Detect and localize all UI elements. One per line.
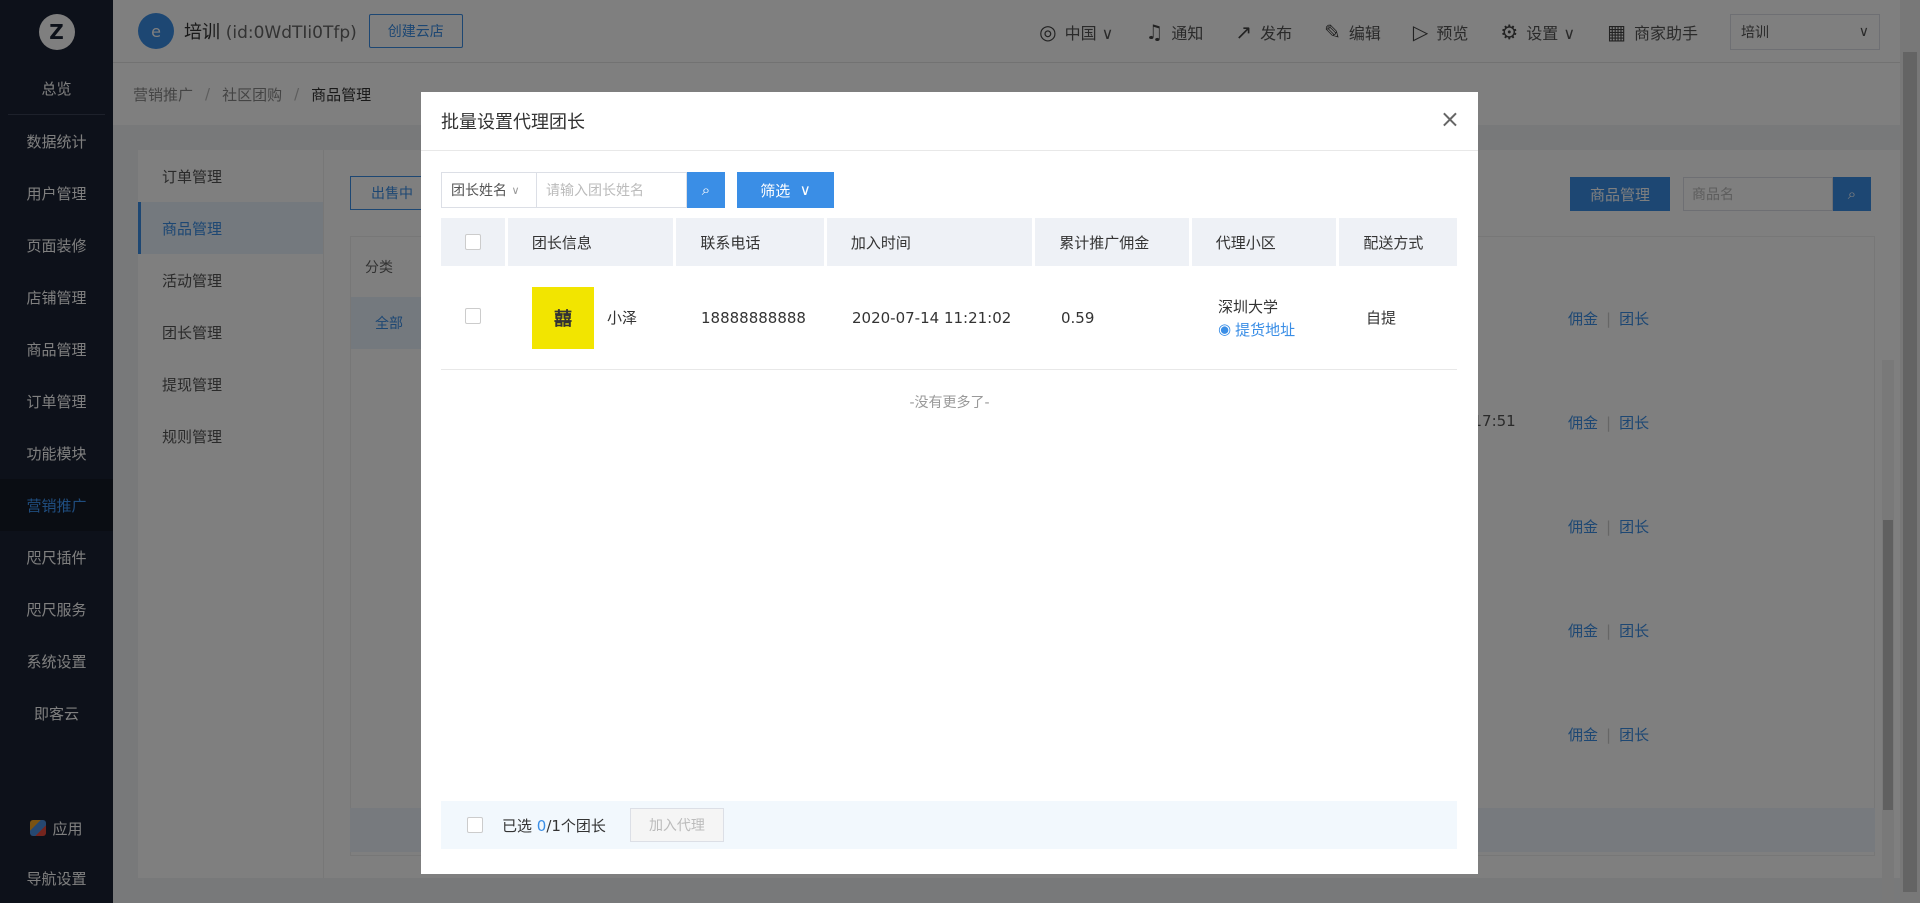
footer-select-all-checkbox[interactable]	[467, 817, 483, 833]
row-checkbox-cell	[441, 307, 508, 328]
leader-phone: 18888888888	[701, 308, 806, 327]
select-all-checkbox[interactable]	[465, 234, 481, 250]
leader-community-cell: 深圳大学 ◉ 提货地址	[1194, 296, 1342, 340]
modal-title: 批量设置代理团长	[441, 112, 585, 133]
column-header: 代理小区	[1191, 218, 1337, 266]
selected-count-text: 已选 0/1个团长	[502, 816, 606, 835]
column-header: 团长信息	[507, 218, 674, 266]
pickup-address-link[interactable]: ◉ 提货地址	[1218, 319, 1342, 340]
row-checkbox[interactable]	[465, 307, 481, 324]
filter-field-select[interactable]: 团长姓名 ∨	[441, 172, 537, 208]
column-header: 联系电话	[676, 218, 824, 266]
leader-info-cell: 囍 小泽	[508, 286, 677, 349]
leader-name: 小泽	[607, 309, 638, 327]
leader-avatar: 囍	[532, 286, 594, 349]
leader-name-input[interactable]: 请输入团长姓名	[537, 172, 687, 208]
leader-join-time: 2020-07-14 11:21:02	[852, 308, 1012, 327]
leader-commission: 0.59	[1061, 308, 1095, 327]
batch-leader-modal: 批量设置代理团长 × 团长姓名 ∨ 请输入团长姓名 ⌕ 筛选 ∨ 团长信息 联系…	[421, 92, 1478, 874]
header-checkbox-cell	[441, 218, 505, 266]
filter-bar: 团长姓名 ∨ 请输入团长姓名 ⌕ 筛选 ∨	[441, 172, 834, 208]
column-header: 配送方式	[1339, 218, 1457, 266]
column-header: 加入时间	[826, 218, 1033, 266]
modal-footer: 已选 0/1个团长 加入代理	[441, 801, 1457, 849]
chevron-down-icon: ∨	[799, 181, 811, 199]
leader-search-button[interactable]: ⌕	[687, 172, 725, 208]
column-header: 累计推广佣金	[1035, 218, 1189, 266]
search-icon: ⌕	[701, 181, 711, 199]
add-agent-button[interactable]: 加入代理	[629, 808, 724, 842]
no-more-text: -没有更多了-	[909, 395, 990, 411]
table-row: 囍 小泽 18888888888 2020-07-14 11:21:02 0.5…	[441, 266, 1457, 370]
chevron-down-icon: ∨	[511, 183, 520, 197]
leader-community: 深圳大学	[1218, 297, 1279, 316]
table-header: 团长信息 联系电话 加入时间 累计推广佣金 代理小区 配送方式	[441, 218, 1457, 266]
filter-button[interactable]: 筛选 ∨	[737, 172, 834, 208]
eye-icon: ◉	[1218, 320, 1232, 338]
close-icon[interactable]: ×	[1440, 107, 1460, 131]
leader-delivery: 自提	[1366, 309, 1397, 327]
